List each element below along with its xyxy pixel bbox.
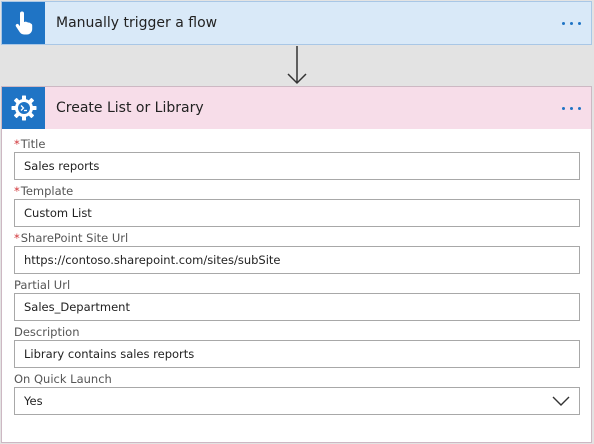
title-input[interactable] [14,152,580,180]
action-header[interactable]: Create List or Library [2,87,591,129]
quick-launch-field: On Quick Launch Yes [14,372,580,415]
required-marker: * [14,137,20,151]
chevron-down-icon [552,396,570,406]
quick-launch-dropdown[interactable]: Yes [14,387,580,415]
field-label-description: Description [14,325,80,339]
action-more-options-button[interactable] [551,87,591,129]
site-url-input[interactable] [14,246,580,274]
trigger-title: Manually trigger a flow [56,15,218,31]
field-label-quick-launch: On Quick Launch [14,372,112,386]
trigger-header[interactable]: Manually trigger a flow [2,2,591,44]
field-label-template: Template [20,184,74,198]
required-marker: * [14,184,20,198]
template-input[interactable] [14,199,580,227]
connector-arrow-icon [287,46,307,85]
partial-url-input[interactable] [14,293,580,321]
description-input[interactable] [14,340,580,368]
title-field: *Title [14,137,580,180]
action-title: Create List or Library [56,100,204,116]
action-form: *Title *Template *SharePoint Site Url Pa… [2,129,591,415]
field-label-title: Title [20,137,46,151]
trigger-more-options-button[interactable] [551,2,591,44]
template-field: *Template [14,184,580,227]
required-marker: * [14,231,20,245]
field-label-site-url: SharePoint Site Url [20,231,129,245]
gear-icon [2,87,45,129]
quick-launch-value: Yes [24,394,43,408]
partial-url-field: Partial Url [14,278,580,321]
trigger-card[interactable]: Manually trigger a flow [1,1,592,45]
description-field: Description [14,325,580,368]
site-url-field: *SharePoint Site Url [14,231,580,274]
field-label-partial-url: Partial Url [14,278,71,292]
action-card: Create List or Library *Title *Template … [1,86,592,443]
touch-hand-icon [2,2,45,44]
